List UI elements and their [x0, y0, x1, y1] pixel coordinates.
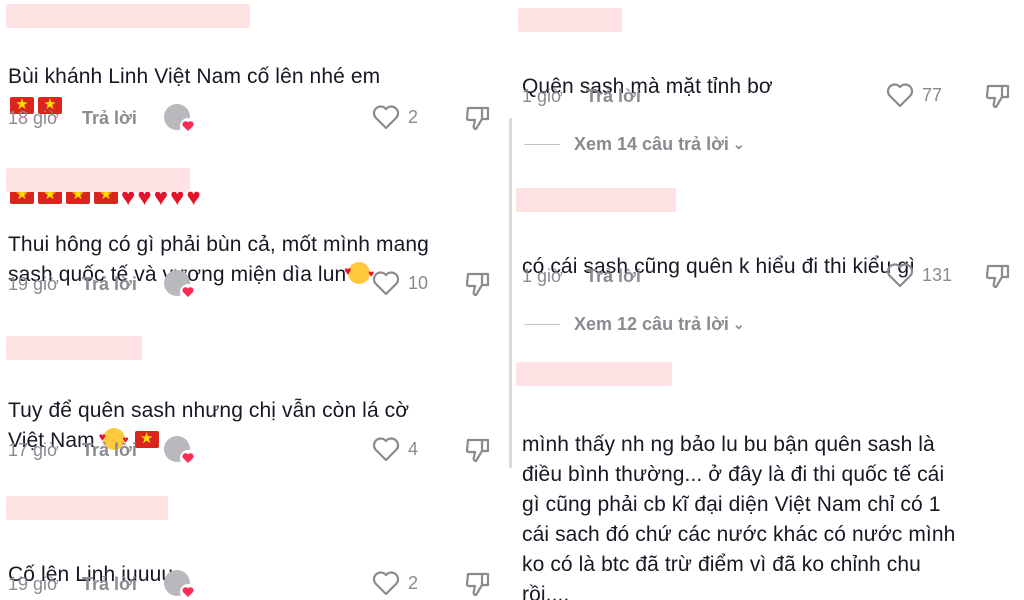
like-count: 4 — [408, 438, 419, 459]
comment-time: 1 giờ — [522, 266, 563, 286]
view-replies-label: Xem 12 câu trả lời — [574, 314, 729, 334]
comment-text: mình thấy nh ng bảo lu bu bận quên sash … — [522, 400, 955, 600]
view-replies-button[interactable]: Xem 12 câu trả lời ⌄ — [524, 314, 745, 335]
reply-button[interactable]: Trả lời — [82, 108, 137, 129]
heart-badge-icon — [180, 118, 196, 134]
scrollbar[interactable] — [509, 118, 512, 468]
like-count: 77 — [922, 84, 943, 105]
comment-time: 18 giờ — [8, 108, 59, 128]
heart-badge-icon — [180, 450, 196, 466]
comment-item: có cái sash cũng quên k hiểu đi thi kiểu… — [514, 186, 1024, 346]
username-redacted[interactable] — [516, 362, 672, 386]
heart-outline-icon — [372, 271, 400, 296]
comment-time: 1 giờ — [522, 86, 563, 106]
dislike-button[interactable] — [464, 104, 492, 137]
heart-outline-icon — [372, 571, 400, 596]
reply-button[interactable]: Trả lời — [82, 574, 137, 595]
comment-item: Quên sash mà mặt tỉnh bơ 1 giờ Trả lời 7… — [514, 0, 1024, 170]
heart-outline-icon — [886, 263, 914, 288]
like-button[interactable]: 131 — [886, 262, 952, 288]
comment-column-right: Quên sash mà mặt tỉnh bơ 1 giờ Trả lời 7… — [514, 0, 1024, 600]
comment-time: 19 giờ — [8, 274, 59, 294]
dislike-button[interactable] — [464, 570, 492, 600]
reply-button[interactable]: Trả lời — [82, 274, 137, 295]
creator-avatar[interactable] — [164, 270, 196, 300]
thumbs-down-icon — [465, 106, 490, 131]
username-redacted[interactable] — [6, 4, 250, 28]
like-count: 131 — [922, 264, 953, 285]
comment-meta: 1 giờ Trả lời 131 — [522, 262, 1024, 292]
dislike-button[interactable] — [464, 270, 492, 303]
comment-item: Cố lên Linh iuuuu 19 giờ Trả lời 2 — [0, 494, 506, 600]
comment-meta: 19 giờ Trả lời 10 — [8, 270, 506, 300]
comment-item: mình thấy nh ng bảo lu bu bận quên sash … — [514, 360, 1024, 600]
like-count: 2 — [408, 572, 419, 593]
like-count: 2 — [408, 106, 419, 127]
view-replies-label: Xem 14 câu trả lời — [574, 134, 729, 154]
creator-avatar[interactable] — [164, 104, 196, 134]
dislike-button[interactable] — [984, 82, 1012, 115]
comment-text-content: mình thấy nh ng bảo lu bu bận quên sash … — [522, 433, 956, 600]
comment-item: Thui hông có gì phải bùn cả, mốt mình ma… — [0, 164, 506, 314]
like-button[interactable]: 77 — [886, 82, 942, 108]
comment-item: Bùi khánh Linh Việt Nam cố lên nhé em ♥♥… — [0, 0, 506, 211]
thumbs-down-icon — [985, 84, 1010, 109]
username-redacted[interactable] — [516, 188, 676, 212]
creator-avatar[interactable] — [164, 436, 196, 466]
heart-outline-icon — [372, 105, 400, 130]
comment-time: 19 giờ — [8, 574, 59, 594]
username-redacted[interactable] — [518, 8, 622, 32]
comment-meta: 17 giờ Trả lời 4 — [8, 436, 506, 466]
like-count: 10 — [408, 272, 429, 293]
reply-button[interactable]: Trả lời — [586, 266, 641, 287]
comment-text-content: Bùi khánh Linh Việt Nam cố lên nhé em — [8, 65, 381, 88]
username-redacted[interactable] — [6, 496, 168, 520]
replies-divider-line — [524, 144, 560, 145]
chevron-down-icon: ⌄ — [732, 316, 745, 332]
heart-badge-icon — [180, 284, 196, 300]
reply-button[interactable]: Trả lời — [586, 86, 641, 107]
reply-button[interactable]: Trả lời — [82, 440, 137, 461]
like-button[interactable]: 2 — [372, 104, 418, 130]
thumbs-down-icon — [985, 264, 1010, 289]
comment-meta: 19 giờ Trả lời 2 — [8, 570, 506, 600]
comment-time: 17 giờ — [8, 440, 59, 460]
heart-outline-icon — [372, 437, 400, 462]
view-replies-button[interactable]: Xem 14 câu trả lời ⌄ — [524, 134, 745, 155]
thumbs-down-icon — [465, 572, 490, 597]
thumbs-down-icon — [465, 272, 490, 297]
dislike-button[interactable] — [984, 262, 1012, 295]
comment-meta: 1 giờ Trả lời 77 — [522, 82, 1024, 112]
chevron-down-icon: ⌄ — [732, 136, 745, 152]
username-redacted[interactable] — [6, 168, 190, 192]
heart-badge-icon — [180, 584, 196, 600]
creator-avatar[interactable] — [164, 570, 196, 600]
comment-item: Tuy để quên sash nhưng chị vẫn còn lá cờ… — [0, 334, 506, 474]
replies-divider-line — [524, 324, 560, 325]
like-button[interactable]: 2 — [372, 570, 418, 596]
column-divider — [506, 0, 514, 600]
comment-meta: 18 giờ Trả lời 2 — [8, 104, 506, 134]
like-button[interactable]: 10 — [372, 270, 428, 296]
comment-column-left: Bùi khánh Linh Việt Nam cố lên nhé em ♥♥… — [0, 0, 506, 600]
thumbs-down-icon — [465, 438, 490, 463]
username-redacted[interactable] — [6, 336, 142, 360]
heart-outline-icon — [886, 83, 914, 108]
dislike-button[interactable] — [464, 436, 492, 469]
like-button[interactable]: 4 — [372, 436, 418, 462]
